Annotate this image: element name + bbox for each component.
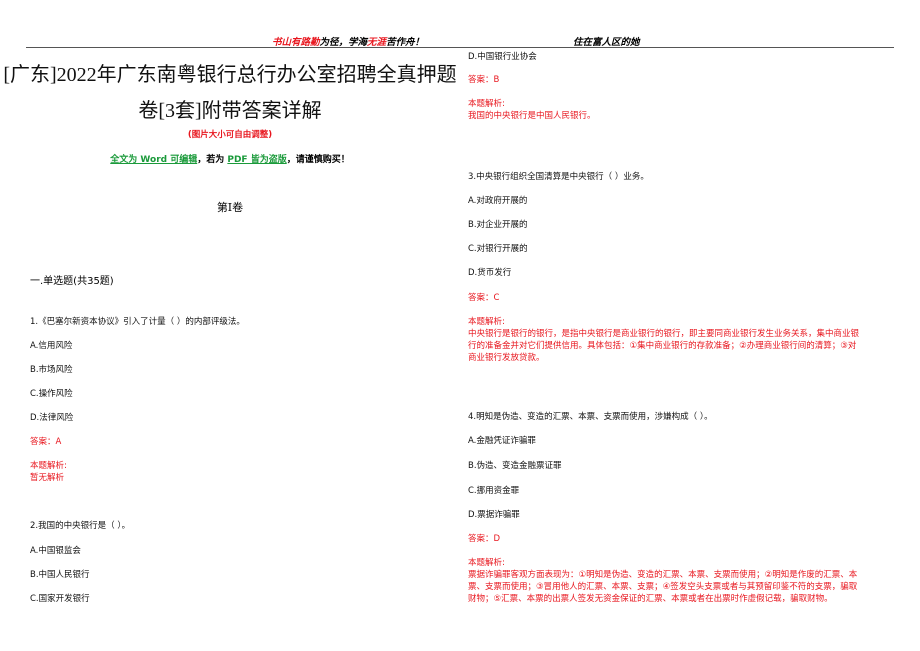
option: D.票据诈骗罪 xyxy=(468,510,520,520)
header-divider xyxy=(26,47,894,48)
question-4: 4.明知是伪造、变造的汇票、本票、支票而使用，涉嫌构成（ ）。 xyxy=(468,412,713,422)
notice-word: 全文为 Word 可编辑 xyxy=(110,155,198,165)
notice-text: ，若为 xyxy=(197,155,225,165)
analysis-text: 中央银行是银行的银行，是指中央银行是商业银行的银行，即主要同商业银行发生业务关系… xyxy=(468,329,860,339)
analysis-label: 本题解析: xyxy=(468,558,505,568)
analysis-label: 本题解析: xyxy=(468,317,505,327)
analysis-text: 票据诈骗罪客观方面表现为：①明知是伪造、变造的汇票、本票、支票而使用；②明知是作… xyxy=(468,570,858,580)
option: B.中国人民银行 xyxy=(30,570,90,580)
section-heading: 一.单选题(共35题) xyxy=(30,276,114,287)
notice-text: ，请谨慎购买！ xyxy=(286,155,350,165)
page-title-line1: [广东]2022年广东南粤银行总行办公室招聘全真押题 xyxy=(3,64,457,86)
header-motto-right: 住在富人区的她 xyxy=(573,37,640,48)
option: D.法律风险 xyxy=(30,413,74,423)
option: A.对政府开展的 xyxy=(468,196,528,206)
option: C.操作风险 xyxy=(30,389,73,399)
option: D.货币发行 xyxy=(468,268,512,278)
answer: 答案：C xyxy=(468,293,500,303)
option: B.市场风险 xyxy=(30,365,73,375)
analysis-label: 本题解析: xyxy=(468,99,505,109)
question-2: 2.我国的中央银行是（ ）。 xyxy=(30,521,131,531)
volume-heading: 第Ⅰ卷 xyxy=(216,201,244,214)
analysis-text: 商业银行发放贷款。 xyxy=(468,353,545,363)
header-motto-left: 书山有路勤为径，学海无涯苦作舟！ xyxy=(272,34,424,48)
option: C.对银行开展的 xyxy=(468,244,528,254)
analysis-text: 票、支票而使用；③冒用他人的汇票、本票、支票；④签发空头支票或者与其预留印鉴不符… xyxy=(468,582,858,592)
option: A.中国银监会 xyxy=(30,546,81,556)
answer: 答案：B xyxy=(468,75,500,85)
answer: 答案：D xyxy=(468,534,501,544)
question-1: 1.《巴塞尔新资本协议》引入了计量（ ）的内部评级法。 xyxy=(30,317,245,327)
option: C.挪用资金罪 xyxy=(468,486,520,496)
notice: 全文为 Word 可编辑，若为 PDF 皆为盗版，请谨慎购买！ xyxy=(0,152,460,165)
analysis-label: 本题解析: xyxy=(30,461,67,471)
page-title-line2: 卷[3套]附带答案详解 xyxy=(138,100,322,122)
analysis-text: 财物；⑤汇票、本票的出票人签发无资金保证的汇票、本票或者在出票时作虚假记载，骗取… xyxy=(468,594,833,604)
answer: 答案：A xyxy=(30,437,62,447)
option: C.国家开发银行 xyxy=(30,594,90,604)
analysis-text: 行的准备金并对它们提供信用。具体包括：①集中商业银行的存款准备；②办理商业银行间… xyxy=(468,341,857,351)
analysis-text: 暂无解析 xyxy=(30,473,65,483)
option: D.中国银行业协会 xyxy=(468,52,537,62)
analysis-text: 我国的中央银行是中国人民银行。 xyxy=(468,111,596,121)
option: A.信用风险 xyxy=(30,341,73,351)
option: B.对企业开展的 xyxy=(468,220,528,230)
notice-pdf: PDF 皆为盗版 xyxy=(227,155,287,165)
question-3: 3.中央银行组织全国清算是中央银行（ ）业务。 xyxy=(468,172,649,182)
option: A.金融凭证诈骗罪 xyxy=(468,436,536,446)
option: B.伪造、变造金融票证罪 xyxy=(468,461,562,471)
title-note: (图片大小可自由调整) xyxy=(187,130,273,140)
